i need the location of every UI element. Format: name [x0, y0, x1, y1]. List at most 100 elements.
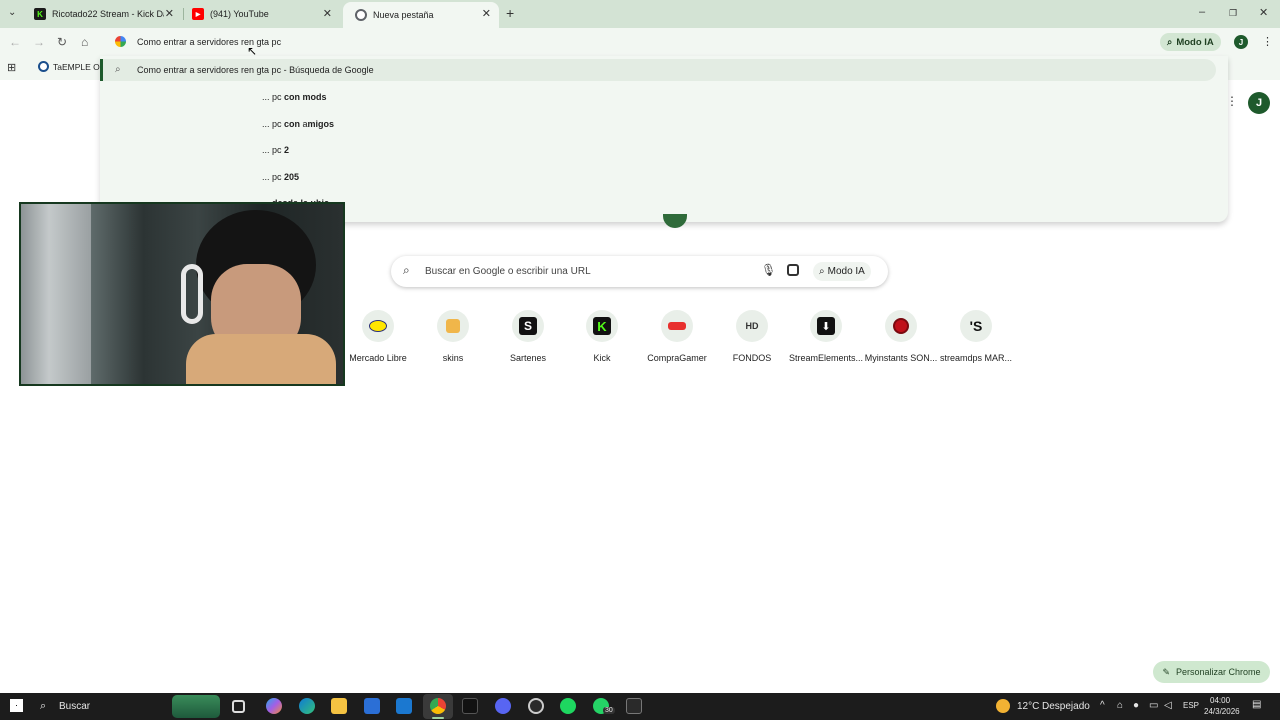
suggestion-item[interactable]: ... pc con mods: [262, 92, 327, 102]
shortcut-compragamer[interactable]: CompraGamer: [639, 310, 715, 363]
ntp-modo-ia-button[interactable]: ⌕ Modo IA: [813, 262, 871, 281]
whatsapp-badge: 30: [603, 707, 615, 714]
microphone-tray-icon[interactable]: ●: [1133, 700, 1139, 711]
kick-icon: K: [586, 310, 618, 342]
taskbar-search-label: Buscar: [59, 701, 91, 712]
shortcut-mercado-libre[interactable]: Mercado Libre: [340, 310, 416, 363]
back-icon[interactable]: ←: [9, 35, 21, 49]
skins-icon: [437, 310, 469, 342]
apps-grid-icon[interactable]: ⊞: [7, 61, 16, 74]
mail-icon[interactable]: [396, 698, 412, 714]
new-tab-plus-icon[interactable]: +: [506, 5, 514, 21]
pencil-icon: ✎: [1162, 666, 1170, 677]
forward-icon[interactable]: →: [33, 35, 45, 49]
moon-weather-icon: [996, 699, 1010, 713]
spotify-icon[interactable]: [560, 698, 576, 714]
shortcut-label: Sartenes: [509, 353, 547, 363]
ntp-search-box[interactable]: ⌕ Buscar en Google o escribir una URL 🎙 …: [391, 256, 888, 287]
discord-icon[interactable]: [495, 698, 511, 714]
profile-avatar[interactable]: J: [1234, 35, 1248, 49]
home-icon[interactable]: ⌂: [81, 35, 88, 49]
suggestion-item[interactable]: ... pc 205: [262, 172, 299, 182]
bookmark-item-label[interactable]: TaEMPLE OF: [53, 62, 105, 72]
obs-icon[interactable]: [528, 698, 544, 714]
search-icon: ⌕: [403, 263, 410, 277]
customize-chrome-button[interactable]: ✎ Personalizar Chrome: [1153, 661, 1270, 683]
shortcut-kick[interactable]: K Kick: [564, 310, 640, 363]
file-explorer-icon[interactable]: [331, 698, 347, 714]
shortcut-label: StreamElements...: [788, 353, 864, 363]
notifications-icon[interactable]: ▤: [1252, 699, 1261, 710]
microphone-icon[interactable]: 🎙: [761, 263, 776, 277]
clock-time[interactable]: 04:00: [1210, 696, 1230, 705]
network-icon[interactable]: ⌂: [1117, 700, 1123, 711]
omnibox-input[interactable]: Como entrar a servidores ren gta pc: [137, 37, 281, 47]
reload-icon[interactable]: ↻: [57, 35, 67, 49]
compragamer-icon: [661, 310, 693, 342]
tab-title: (941) YouTube: [210, 9, 269, 19]
suggestion-completion: migos: [307, 119, 335, 129]
lens-camera-icon[interactable]: [787, 264, 799, 276]
close-tab-icon[interactable]: ✕: [165, 7, 174, 20]
weather-desc[interactable]: Despejado: [1042, 701, 1090, 712]
bookmark-favicon-icon: [38, 61, 49, 72]
monitor-icon[interactable]: ▭: [1149, 700, 1158, 711]
suggestion-completion: con: [284, 119, 303, 129]
sparkle-search-icon: ⌕: [1167, 36, 1173, 48]
webcam-person-hoodie: [186, 334, 336, 384]
chrome-taskbar-active[interactable]: [423, 694, 453, 719]
youtube-favicon-icon: ▶: [192, 8, 204, 20]
microsoft-store-icon[interactable]: [364, 698, 380, 714]
sparkle-search-icon: ⌕: [819, 266, 825, 277]
google-logo-partial: [663, 214, 687, 228]
shortcut-label: Kick: [593, 353, 611, 363]
shortcut-label: skins: [442, 353, 464, 363]
tab-kick-dashboard[interactable]: K Ricotado22 Stream - Kick Dashb ✕: [22, 2, 182, 26]
streamdps-icon: 'S: [960, 310, 992, 342]
shortcut-label: CompraGamer: [647, 353, 707, 363]
shortcut-fondos[interactable]: HD FONDOS: [714, 310, 790, 363]
search-icon: ⌕: [40, 700, 47, 712]
suggestion-item[interactable]: ... pc 2: [262, 145, 289, 155]
language-indicator[interactable]: ESP: [1183, 701, 1199, 710]
tab-youtube[interactable]: ▶ (941) YouTube ✕: [180, 2, 340, 26]
ntp-apps-menu-icon[interactable]: ⋮: [1226, 94, 1238, 108]
ntp-search-placeholder[interactable]: Buscar en Google o escribir una URL: [425, 266, 591, 277]
clock-date[interactable]: 24/3/2026: [1204, 707, 1240, 716]
chevron-up-icon[interactable]: ^: [1100, 700, 1105, 711]
shortcut-sartenes[interactable]: S Sartenes: [490, 310, 566, 363]
chrome-menu-icon[interactable]: ⋮: [1262, 35, 1273, 48]
tab-search-chevron-icon[interactable]: ⌄: [8, 7, 16, 18]
shortcut-label: Mercado Libre: [349, 353, 407, 363]
suggestion-item-search[interactable]: Como entrar a servidores ren gta pc - Bú…: [137, 65, 374, 75]
tab-new-tab[interactable]: Nueva pestaña ✕: [343, 2, 499, 28]
edge-icon[interactable]: [299, 698, 315, 714]
close-tab-icon[interactable]: ✕: [482, 7, 491, 20]
epic-games-icon[interactable]: [626, 698, 642, 714]
shortcut-myinstants[interactable]: Myinstants SON...: [863, 310, 939, 363]
taskbar-search[interactable]: ⌕ Buscar: [34, 693, 224, 720]
restore-icon[interactable]: ❐: [1229, 8, 1237, 19]
mercadolibre-icon: [362, 310, 394, 342]
ntp-profile-avatar[interactable]: J: [1248, 92, 1270, 114]
weather-temp[interactable]: 12°C: [1017, 701, 1039, 712]
task-view-icon[interactable]: [232, 700, 245, 713]
copilot-icon[interactable]: [266, 698, 282, 714]
shortcut-streamelements[interactable]: ⬇ StreamElements...: [788, 310, 864, 363]
close-tab-icon[interactable]: ✕: [323, 7, 332, 20]
volume-icon[interactable]: ◁: [1164, 700, 1172, 711]
shortcut-skins[interactable]: skins: [415, 310, 491, 363]
windows-start-icon[interactable]: [10, 699, 23, 712]
chrome-favicon-icon: [355, 9, 367, 21]
modo-ia-button[interactable]: ⌕ Modo IA: [1160, 33, 1221, 51]
minimize-icon[interactable]: –: [1199, 6, 1205, 18]
close-window-icon[interactable]: ✕: [1259, 6, 1268, 19]
suggestion-completion: con mods: [284, 92, 327, 102]
shortcut-streamdps[interactable]: 'S streamdps MAR...: [938, 310, 1014, 363]
tiktok-icon[interactable]: [462, 698, 478, 714]
suggestion-prefix: ... pc: [262, 172, 285, 182]
suggestion-prefix: ... pc: [262, 119, 285, 129]
suggestion-item[interactable]: ... pc con amigos: [262, 119, 334, 129]
webcam-overlay: [19, 202, 345, 386]
streamelements-icon: ⬇: [810, 310, 842, 342]
